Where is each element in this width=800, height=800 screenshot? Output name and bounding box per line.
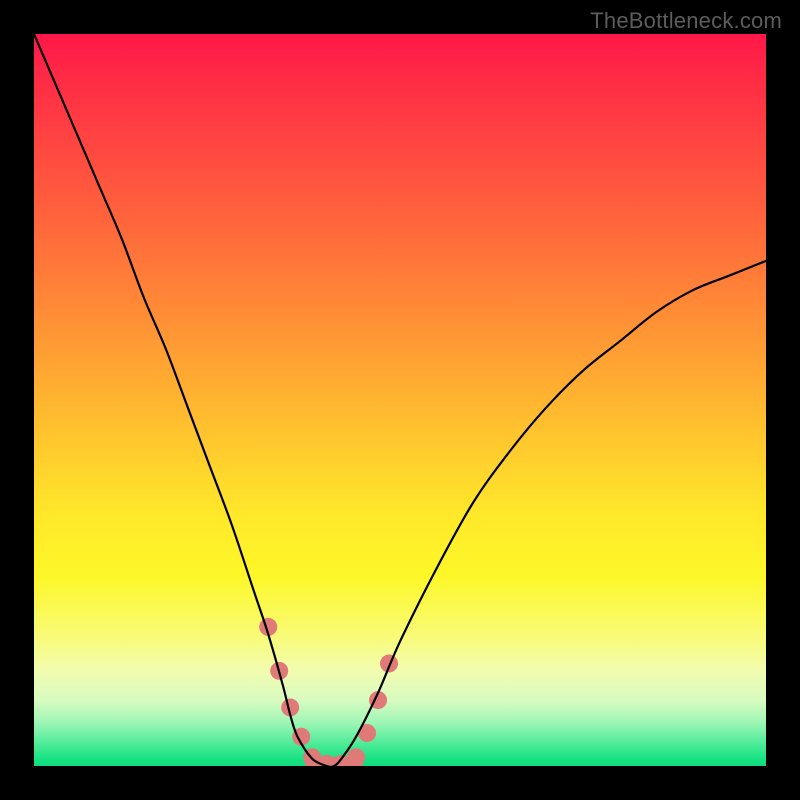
plot-area — [34, 34, 766, 766]
curve-layer — [34, 34, 766, 766]
bottleneck-curve — [34, 34, 766, 766]
watermark-text: TheBottleneck.com — [590, 8, 782, 34]
marker-points — [259, 618, 398, 766]
marker-dot — [347, 748, 365, 766]
marker-dot — [380, 655, 398, 673]
chart-frame: TheBottleneck.com — [0, 0, 800, 800]
